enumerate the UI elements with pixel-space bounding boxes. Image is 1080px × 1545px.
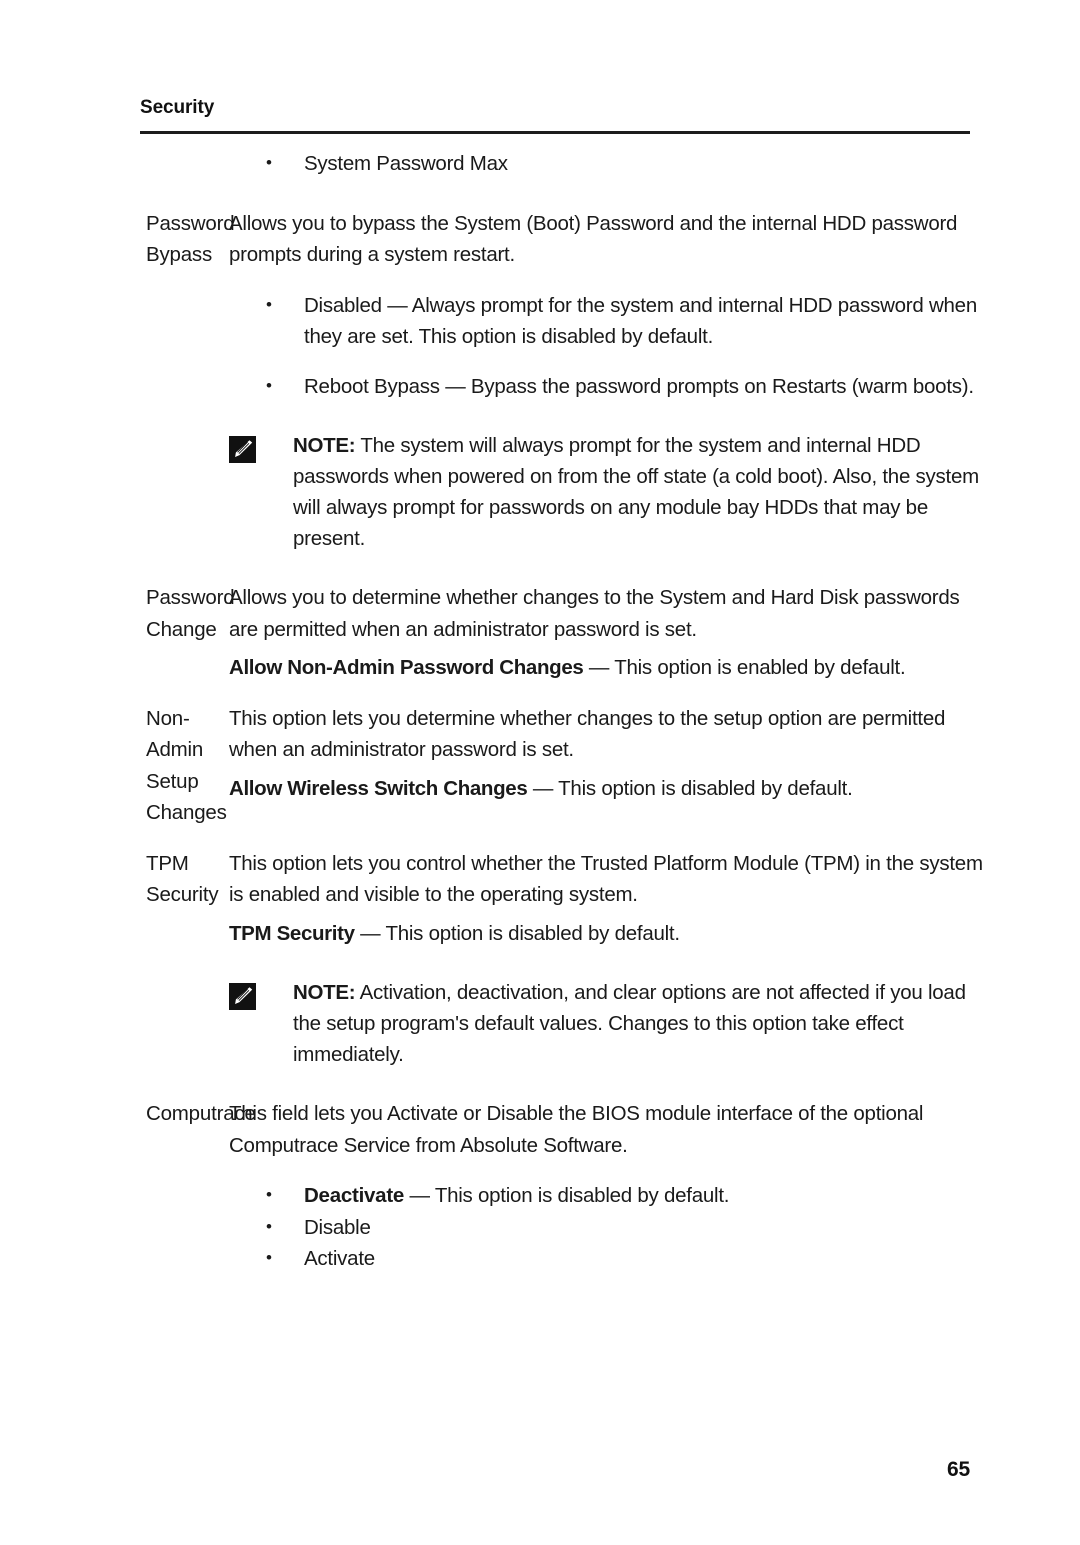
bullet-list: Deactivate — This option is disabled by … [229, 1179, 992, 1275]
row-sub-option: Allow Non-Admin Password Changes — This … [229, 652, 992, 684]
sub-option-detail: — This option is enabled by default. [583, 656, 906, 679]
sub-option-name: Allow Wireless Switch Changes [229, 776, 528, 800]
row-label: TPM Security [146, 851, 219, 907]
row-description: This option lets you control whether the… [229, 851, 983, 907]
list-item: Activate [229, 1242, 992, 1275]
row-label: Non-Admin Setup Changes [146, 706, 227, 825]
row-description: Allows you to determine whether changes … [229, 586, 960, 641]
note-body: Activation, deactivation, and clear opti… [293, 981, 966, 1066]
list-item: Deactivate — This option is disabled by … [229, 1179, 992, 1212]
row-body: System Password Max [229, 147, 1080, 180]
row-body: This field lets you Activate or Disable … [229, 1098, 1080, 1275]
table-row-password-change: Password Change Allows you to determine … [0, 582, 1080, 684]
list-item: Disabled — Always prompt for the system … [229, 289, 992, 353]
row-sub-option: TPM Security — This option is disabled b… [229, 918, 992, 950]
row-description: This field lets you Activate or Disable … [229, 1102, 924, 1157]
sub-option-detail: — This option is disabled by default. [527, 776, 853, 800]
row-label: Computrace [146, 1102, 256, 1125]
table-row-tpm-security: TPM Security This option lets you contro… [0, 848, 1080, 1071]
note-block: NOTE: The system will always prompt for … [229, 430, 992, 554]
page-title: Security [140, 97, 215, 118]
option-name: Deactivate [304, 1184, 405, 1207]
sub-option-detail: — This option is disabled by default. [354, 921, 680, 945]
page-number: 65 [947, 1458, 970, 1481]
table-row-non-admin-setup-changes: Non-Admin Setup Changes This option lets… [0, 703, 1080, 829]
row-label: Password Bypass [146, 211, 235, 267]
bullet-list: Disabled — Always prompt for the system … [229, 289, 992, 403]
table-row-continued: System Password Max [0, 147, 1080, 180]
option-detail: — This option is disabled by default. [404, 1184, 730, 1207]
document-page: Security System Password Max Password By… [0, 0, 1080, 1545]
list-item: Disable [229, 1211, 992, 1244]
row-label: Password Change [146, 586, 235, 641]
document-content: System Password Max Password Bypass Allo… [0, 147, 1080, 1275]
row-body: This option lets you determine whether c… [229, 703, 1080, 805]
table-row-computrace: Computrace This field lets you Activate … [0, 1098, 1080, 1275]
bullet-list: System Password Max [229, 147, 992, 180]
option-detail: Disable [304, 1215, 371, 1239]
row-body: Allows you to determine whether changes … [229, 582, 1080, 684]
row-sub-option: Allow Wireless Switch Changes — This opt… [229, 773, 992, 805]
page-header: Security [140, 96, 970, 120]
sub-option-name: TPM Security [229, 921, 355, 945]
pencil-note-icon [229, 436, 256, 463]
row-body: This option lets you control whether the… [229, 848, 1080, 1071]
row-description: Allows you to bypass the System (Boot) P… [229, 211, 958, 267]
list-item: Reboot Bypass — Bypass the password prom… [229, 370, 992, 403]
option-detail: Activate [304, 1247, 375, 1270]
note-body: The system will always prompt for the sy… [293, 434, 979, 550]
row-body: Allows you to bypass the System (Boot) P… [229, 208, 1080, 555]
header-divider [140, 131, 970, 134]
note-block: NOTE: Activation, deactivation, and clea… [229, 977, 992, 1070]
pencil-note-icon [229, 983, 256, 1010]
note-label: NOTE: [293, 434, 356, 457]
row-description: This option lets you determine whether c… [229, 706, 946, 762]
note-label: NOTE: [293, 981, 356, 1004]
table-row-password-bypass: Password Bypass Allows you to bypass the… [0, 208, 1080, 555]
list-item: System Password Max [229, 147, 992, 180]
note-text: NOTE: The system will always prompt for … [293, 430, 992, 554]
sub-option-name: Allow Non-Admin Password Changes [229, 656, 584, 679]
note-text: NOTE: Activation, deactivation, and clea… [293, 977, 992, 1070]
